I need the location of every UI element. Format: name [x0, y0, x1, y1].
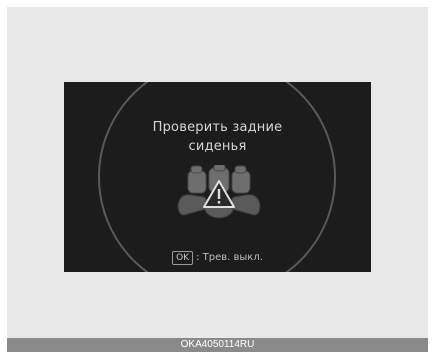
rear-seats-warning-icon — [177, 165, 261, 219]
figure-caption: OKA4050114RU — [7, 338, 428, 352]
ok-action-label: : Трев. выкл. — [196, 252, 263, 263]
figure-panel: Проверить задние сиденья OK: Трев. выкл… — [7, 7, 428, 338]
warning-message-line1: Проверить задние — [152, 120, 283, 135]
ok-instruction: OK: Трев. выкл. — [64, 251, 371, 265]
ok-button[interactable]: OK — [172, 251, 194, 265]
cluster-display: Проверить задние сиденья OK: Трев. выкл… — [64, 82, 371, 272]
warning-message-line2: сиденья — [188, 139, 247, 154]
